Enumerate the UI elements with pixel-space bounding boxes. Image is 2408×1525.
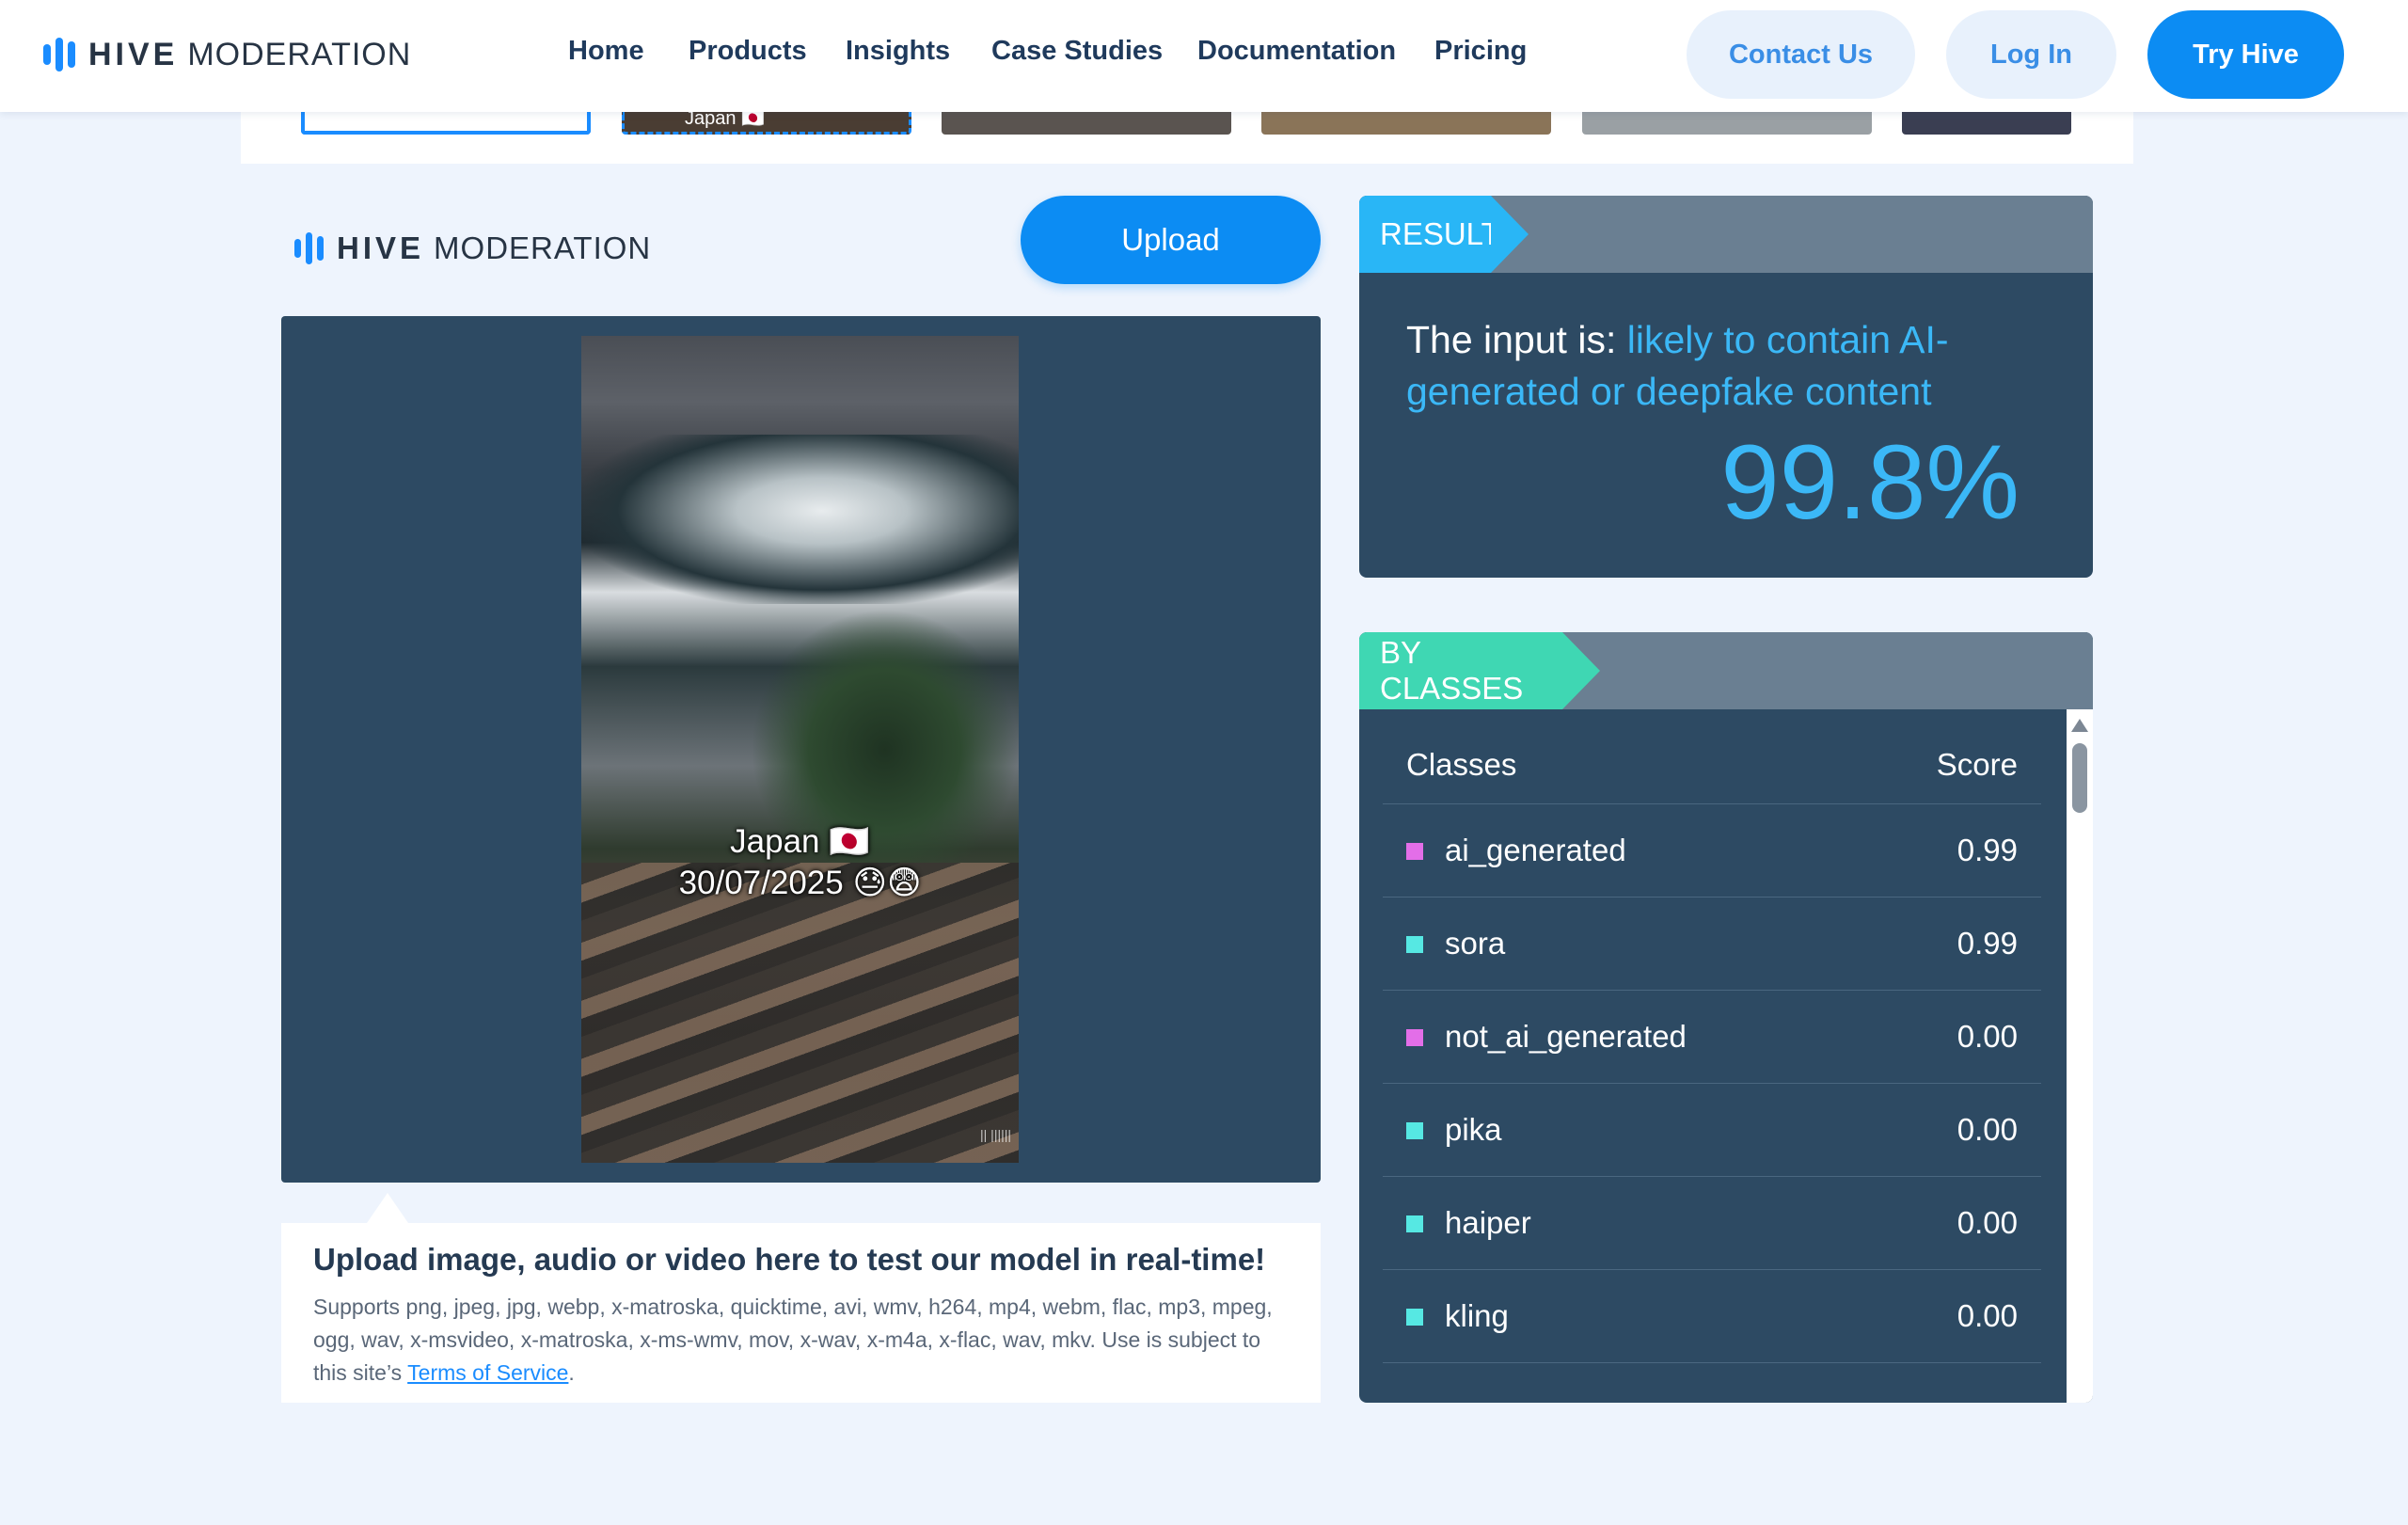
upload-info-description: Supports png, jpeg, jpg, webp, x-matrosk… xyxy=(313,1291,1289,1390)
class-score: 0.00 xyxy=(1956,1205,2018,1240)
result-panel: RESULT The input is: likely to contain A… xyxy=(1359,196,2093,578)
sample-thumbnail[interactable] xyxy=(301,112,591,135)
classes-scrollbar[interactable] xyxy=(2067,709,2093,1403)
classes-table-header: Classes Score xyxy=(1383,717,2041,804)
class-color-swatch xyxy=(1406,843,1423,860)
class-color-swatch xyxy=(1406,1215,1423,1232)
terms-of-service-link[interactable]: Terms of Service xyxy=(407,1360,568,1385)
brand-name-bold: HIVE xyxy=(88,36,179,72)
class-color-swatch xyxy=(1406,936,1423,953)
sample-thumbnail[interactable] xyxy=(1261,112,1551,135)
scroll-up-arrow-icon[interactable] xyxy=(2071,719,2088,732)
top-navbar: HIVE MODERATION Home Products Insights C… xyxy=(0,0,2408,112)
classes-panel: BY CLASSES Classes Score ai_generated 0.… xyxy=(1359,632,2093,1403)
hive-logo[interactable]: HIVE MODERATION xyxy=(43,36,411,73)
hive-logo-icon xyxy=(294,232,324,264)
try-hive-button[interactable]: Try Hive xyxy=(2147,10,2344,99)
nav-home[interactable]: Home xyxy=(568,36,644,67)
upload-button[interactable]: Upload xyxy=(1021,196,1321,284)
sample-thumbnail-strip: Japan 🇯🇵 xyxy=(241,112,2133,164)
thumbnail-caption: Japan 🇯🇵 xyxy=(685,112,765,129)
class-name: haiper xyxy=(1445,1205,1531,1240)
upload-info-box: Upload image, audio or video here to tes… xyxy=(281,1223,1321,1403)
nav-case-studies[interactable]: Case Studies xyxy=(991,36,1163,67)
brand-name-light: MODERATION xyxy=(187,36,412,72)
info-pointer xyxy=(367,1193,408,1223)
table-row: sora 0.99 xyxy=(1383,898,2041,991)
sample-thumbnail[interactable] xyxy=(942,112,1231,135)
result-statement: The input is: likely to contain AI-gener… xyxy=(1406,314,2046,418)
classes-column-header: Classes xyxy=(1406,747,1517,782)
media-preview: Japan 🇯🇵 30/07/2025 😓😨 || |||||| xyxy=(281,316,1321,1183)
sample-thumbnail[interactable] xyxy=(1902,112,2071,135)
class-score: 0.99 xyxy=(1956,926,2018,961)
contact-us-button[interactable]: Contact Us xyxy=(1687,10,1915,99)
table-row: haiper 0.00 xyxy=(1383,1177,2041,1270)
description-end: . xyxy=(568,1360,575,1385)
result-percentage: 99.8% xyxy=(1720,423,2020,541)
wave-image-region xyxy=(581,435,1019,604)
class-name: kling xyxy=(1445,1298,1509,1333)
score-column-header: Score xyxy=(1936,747,2018,782)
table-row: kling 0.00 xyxy=(1383,1270,2041,1363)
log-in-button[interactable]: Log In xyxy=(1946,10,2116,99)
video-caption-line1: Japan 🇯🇵 xyxy=(730,823,870,860)
upload-info-title: Upload image, audio or video here to tes… xyxy=(313,1242,1266,1277)
nav-pricing[interactable]: Pricing xyxy=(1434,36,1527,67)
sample-thumbnail[interactable] xyxy=(1582,112,1872,135)
nav-products[interactable]: Products xyxy=(689,36,807,67)
class-name: not_ai_generated xyxy=(1445,1019,1687,1054)
brand-name-bold: HIVE xyxy=(337,230,425,265)
nav-insights[interactable]: Insights xyxy=(846,36,950,67)
class-score: 0.00 xyxy=(1956,1298,2018,1333)
class-color-swatch xyxy=(1406,1309,1423,1326)
brand-name-light: MODERATION xyxy=(434,230,652,265)
video-watermark: || |||||| xyxy=(980,1127,1011,1142)
class-score: 0.00 xyxy=(1956,1019,2018,1054)
houses-image-region xyxy=(581,863,1019,1163)
result-prefix: The input is: xyxy=(1406,318,1627,361)
result-tab: RESULT xyxy=(1359,196,1529,273)
class-name: pika xyxy=(1445,1112,1502,1147)
classes-panel-header: BY CLASSES xyxy=(1359,632,2093,709)
demo-hive-logo: HIVE MODERATION xyxy=(294,230,651,266)
class-color-swatch xyxy=(1406,1029,1423,1046)
nav-documentation[interactable]: Documentation xyxy=(1197,36,1396,67)
class-name: ai_generated xyxy=(1445,833,1626,867)
class-score: 0.00 xyxy=(1956,1112,2018,1147)
scroll-thumb[interactable] xyxy=(2072,743,2087,813)
video-caption-line2: 30/07/2025 😓😨 xyxy=(678,865,922,901)
hive-logo-icon xyxy=(43,38,75,71)
table-row: not_ai_generated 0.00 xyxy=(1383,991,2041,1084)
by-classes-tab: BY CLASSES xyxy=(1359,632,1600,709)
result-panel-header: RESULT xyxy=(1359,196,2093,273)
uploaded-video-frame: Japan 🇯🇵 30/07/2025 😓😨 || |||||| xyxy=(581,336,1019,1163)
class-name: sora xyxy=(1445,926,1506,961)
table-row: pika 0.00 xyxy=(1383,1084,2041,1177)
sample-thumbnail-active[interactable]: Japan 🇯🇵 xyxy=(622,112,911,135)
class-score: 0.99 xyxy=(1956,833,2018,867)
class-color-swatch xyxy=(1406,1122,1423,1139)
table-row: ai_generated 0.99 xyxy=(1383,804,2041,898)
